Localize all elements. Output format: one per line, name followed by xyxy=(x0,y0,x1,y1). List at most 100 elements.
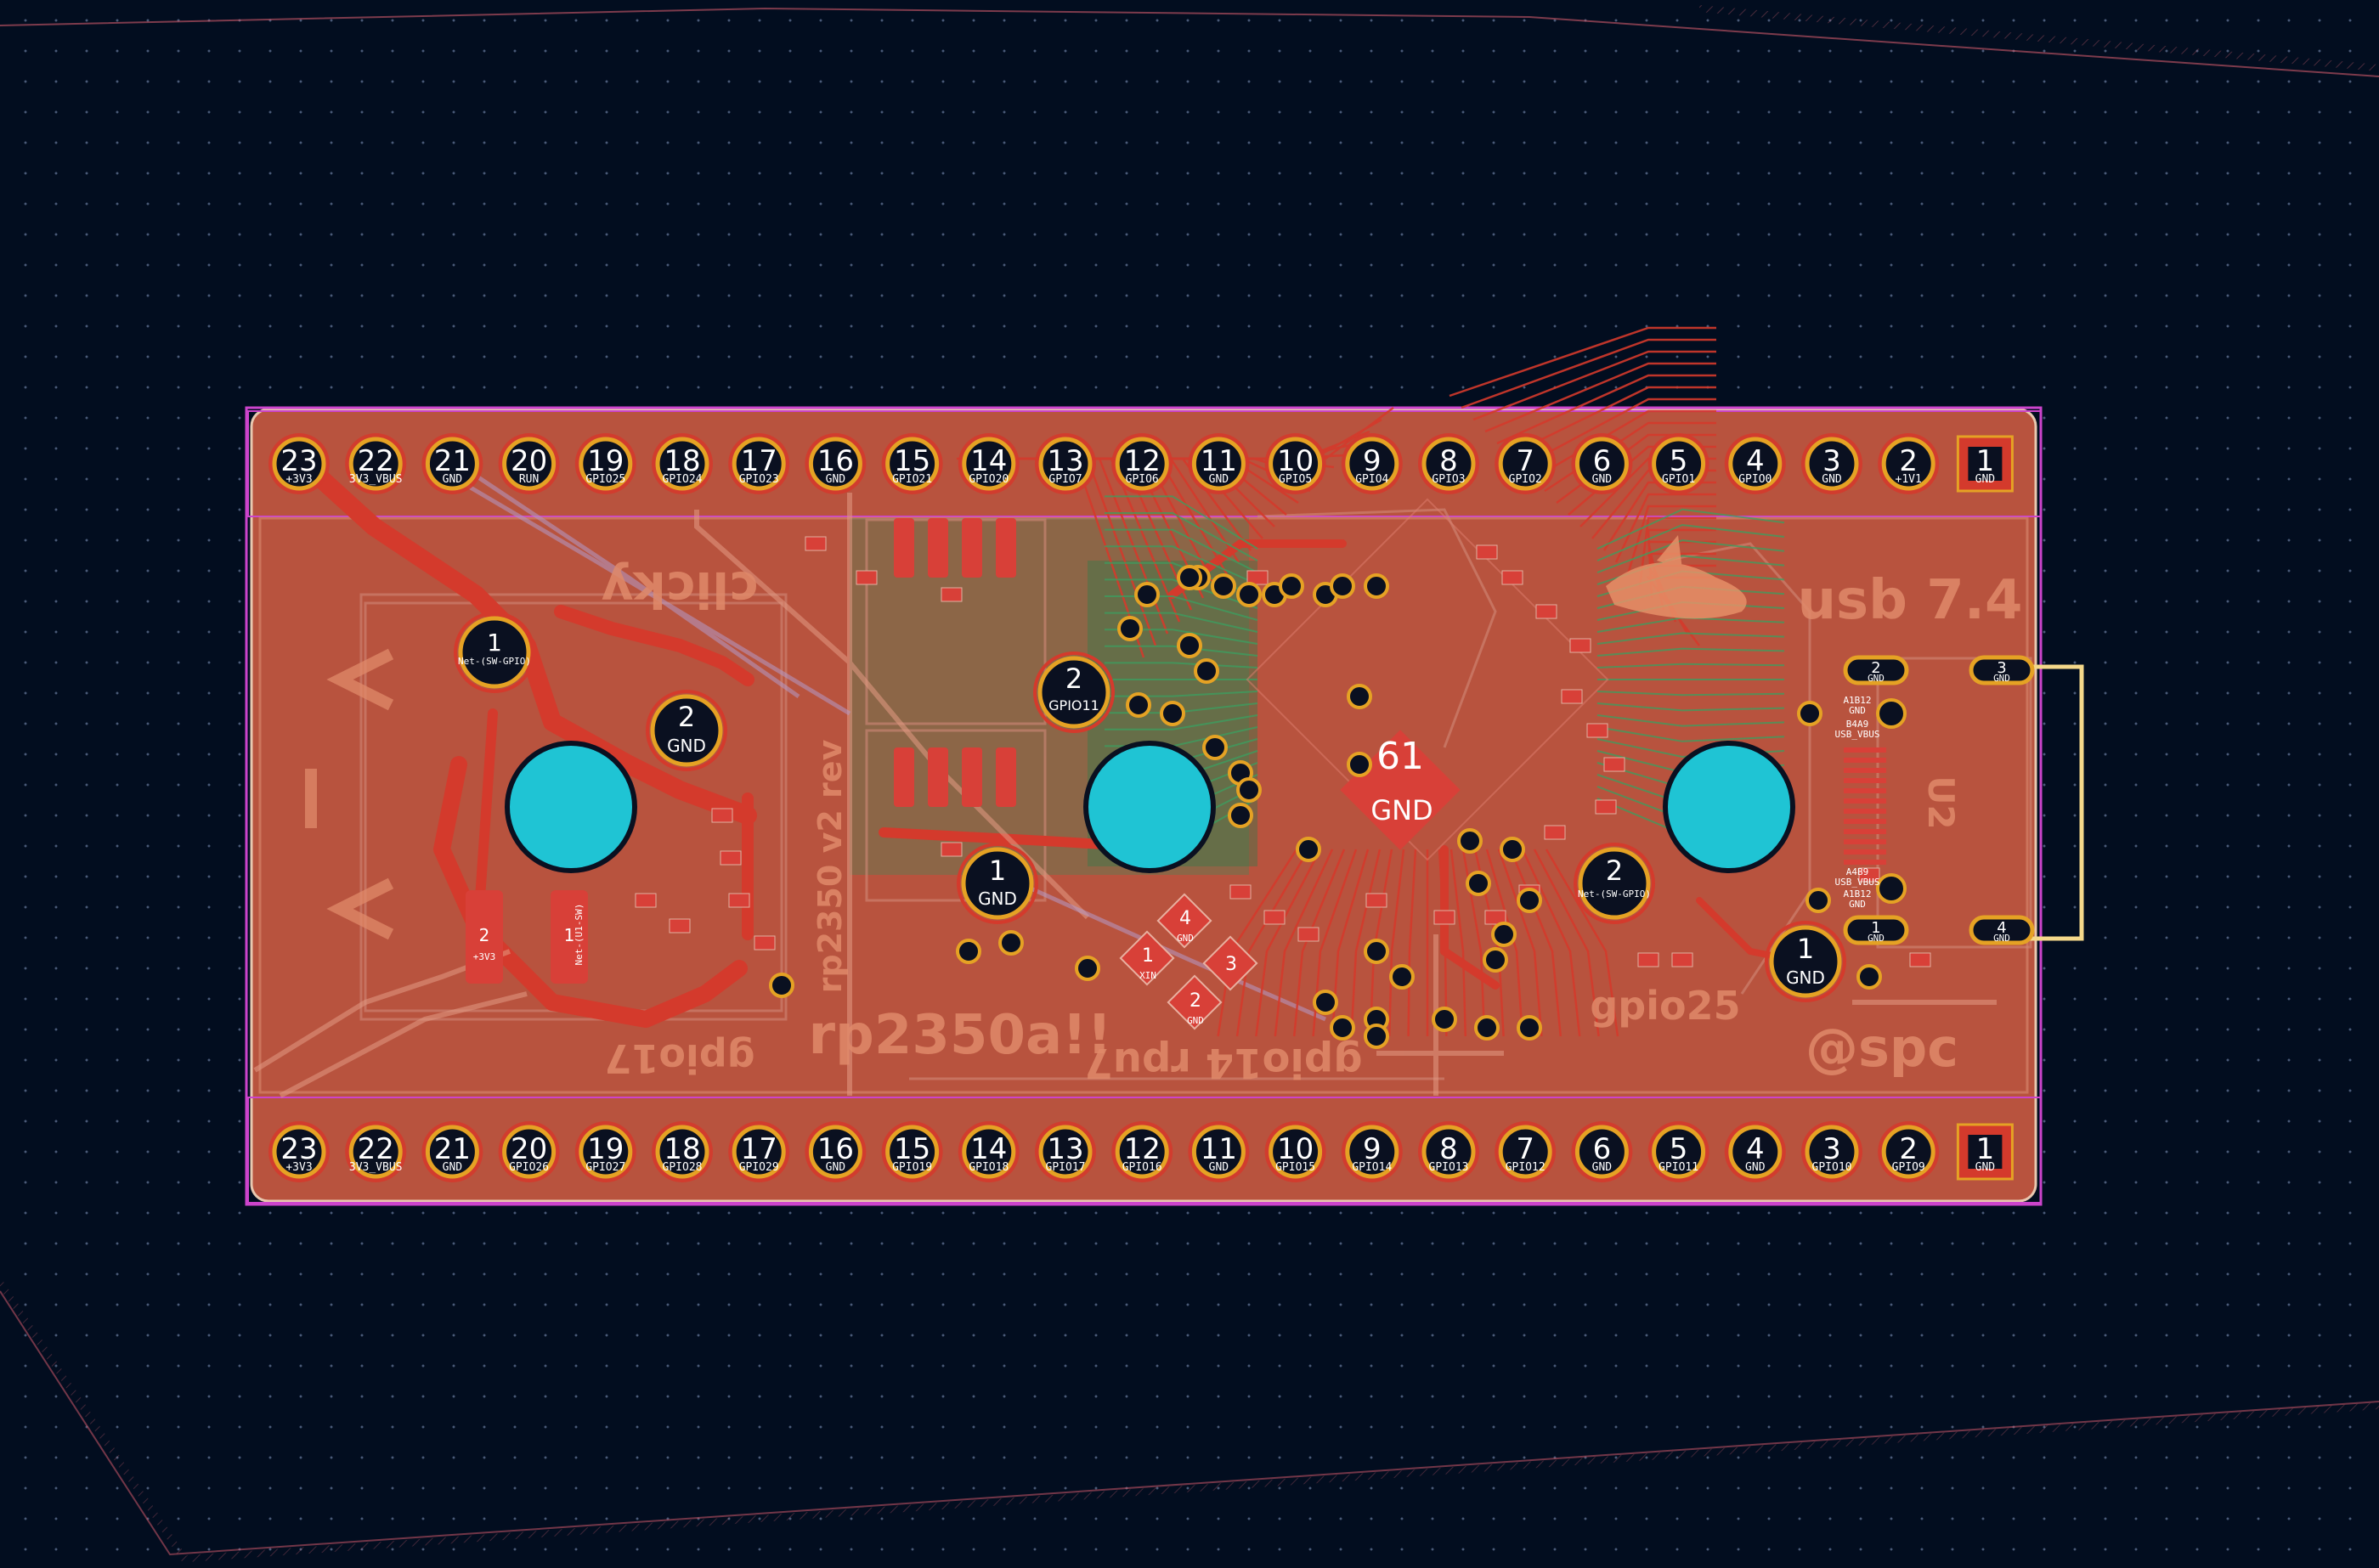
header-top-pin-21[interactable]: 21GND xyxy=(421,433,483,494)
silk-u2: U2 xyxy=(1920,776,1962,829)
board[interactable]: clicky usb 7.4 rp2350a!! @spc gpio25 gpi… xyxy=(245,326,2084,1206)
switch-2-pad-2[interactable]: 2 GPIO11 xyxy=(1033,651,1115,733)
header-top[interactable]: 23+3V3223V3_VBUS21GND20RUN19GPIO25 18GPIO… xyxy=(268,433,2014,494)
header-top-pin-10[interactable]: 10GPIO5 xyxy=(1264,433,1326,494)
header-top-pin-22[interactable]: 223V3_VBUS xyxy=(345,433,407,494)
header-top-pin-4[interactable]: 4GPIO0 xyxy=(1724,433,1786,494)
header-top-pin-15[interactable]: 15GPIO21 xyxy=(881,433,943,494)
header-bottom-pin-21[interactable]: 21GND xyxy=(421,1121,483,1182)
header-top-pin-3[interactable]: 3GND xyxy=(1801,433,1862,494)
header-top-pin-14[interactable]: 14GPIO20 xyxy=(958,433,1020,494)
silk-rp2350: rp2350a!! xyxy=(808,1004,1111,1067)
header-bottom-pin-10[interactable]: 10GPIO15 xyxy=(1264,1121,1326,1182)
header-top-pin-18[interactable]: 18GPIO24 xyxy=(652,433,713,494)
header-bottom-pin-net: GPIO27 xyxy=(585,1161,625,1174)
header-top-pin-17[interactable]: 17GPIO23 xyxy=(728,433,790,494)
sw1-1-num: 1 xyxy=(487,629,502,657)
header-bottom-pin-9[interactable]: 9GPIO14 xyxy=(1341,1121,1403,1182)
header-top-pin-6[interactable]: 6GND xyxy=(1571,433,1633,494)
header-top-pin-net: GPIO4 xyxy=(1355,473,1388,486)
header-top-pin-net: GPIO23 xyxy=(739,473,779,486)
switch-3-pad-1[interactable]: 1 GND xyxy=(1765,921,1846,1002)
header-top-pin-1[interactable]: 1GND xyxy=(1956,435,2014,493)
header-bottom-pin-6[interactable]: 6GND xyxy=(1571,1121,1633,1182)
header-bottom-pin-net: GPIO10 xyxy=(1812,1161,1852,1174)
header-top-pin-net: 3V3_VBUS xyxy=(349,473,403,486)
usb-pad-1[interactable]: 1 GND xyxy=(1843,915,1909,945)
header-bottom-pin-net: +3V3 xyxy=(285,1161,312,1174)
header-bottom-pin-net: GPIO18 xyxy=(969,1161,1009,1174)
header-top-pin-net: GND xyxy=(1592,473,1613,486)
header-top-pin-2[interactable]: 2+1V1 xyxy=(1878,433,1940,494)
header-bottom-pin-23[interactable]: 23+3V3 xyxy=(268,1121,330,1182)
header-bottom-pin-11[interactable]: 11GND xyxy=(1188,1121,1250,1182)
header-top-pin-net: GPIO7 xyxy=(1048,473,1082,486)
mcu-ep-net: GND xyxy=(1370,794,1432,826)
header-top-pin-23[interactable]: 23+3V3 xyxy=(268,433,330,494)
header-bottom-pin-14[interactable]: 14GPIO18 xyxy=(958,1121,1020,1182)
header-bottom-pin-8[interactable]: 8GPIO13 xyxy=(1418,1121,1479,1182)
header-top-pin-11[interactable]: 11GND xyxy=(1188,433,1250,494)
header-bottom-pin-7[interactable]: 7GPIO12 xyxy=(1495,1121,1557,1182)
header-top-pin-12[interactable]: 12GPIO6 xyxy=(1111,433,1173,494)
silk-gpio25: gpio25 xyxy=(1590,983,1740,1029)
usb-label-6: USB_VBUS xyxy=(1835,877,1880,888)
header-bottom-pin-22[interactable]: 223V3_VBUS xyxy=(345,1121,407,1182)
switch-3-pad-2[interactable]: 2 Net-(SW-GPIO) xyxy=(1574,843,1655,924)
header-bottom-pin-5[interactable]: 5GPIO11 xyxy=(1647,1121,1709,1182)
pcb-canvas[interactable]: clicky usb 7.4 rp2350a!! @spc gpio25 gpi… xyxy=(0,0,2379,1568)
header-top-pin-13[interactable]: 13GPIO7 xyxy=(1035,433,1096,494)
usb-pad-3-net: GND xyxy=(1993,673,2010,684)
mounting-hole-right[interactable] xyxy=(1663,741,1795,873)
usb-npth-bottom xyxy=(1876,873,1907,904)
header-top-pin-net: GND xyxy=(443,473,463,486)
header-top-pin-16[interactable]: 16GND xyxy=(805,433,867,494)
header-bottom-pin-3[interactable]: 3GPIO10 xyxy=(1801,1121,1862,1182)
usb-pad-3[interactable]: 3 GND xyxy=(1969,655,2035,685)
header-bottom-pin-13[interactable]: 13GPIO17 xyxy=(1035,1121,1096,1182)
header-top-pin-net: GPIO25 xyxy=(585,473,625,486)
header-top-pin-20[interactable]: 20RUN xyxy=(498,433,560,494)
header-top-pin-9[interactable]: 9GPIO4 xyxy=(1341,433,1403,494)
sw3-1-net: GND xyxy=(1786,967,1825,988)
header-bottom-pin-4[interactable]: 4GND xyxy=(1724,1121,1786,1182)
mounting-hole-center[interactable] xyxy=(1083,741,1216,873)
header-top-pin-net: GPIO1 xyxy=(1662,473,1695,486)
header-bottom-pin-net: GPIO16 xyxy=(1122,1161,1162,1174)
header-bottom-pin-19[interactable]: 19GPIO27 xyxy=(574,1121,636,1182)
header-bottom-pin-net: GPIO19 xyxy=(892,1161,932,1174)
header-top-pin-19[interactable]: 19GPIO25 xyxy=(574,433,636,494)
header-bottom-pin-20[interactable]: 20GPIO26 xyxy=(498,1121,560,1182)
header-bottom-pin-16[interactable]: 16GND xyxy=(805,1121,867,1182)
header-bottom-pin-18[interactable]: 18GPIO28 xyxy=(652,1121,713,1182)
header-top-pin-7[interactable]: 7GPIO2 xyxy=(1495,433,1557,494)
usb-label-8: GND xyxy=(1849,899,1866,910)
silk-gpio17: gpio17 xyxy=(604,1035,754,1081)
usb-pad-1-net: GND xyxy=(1868,933,1885,944)
header-top-pin-8[interactable]: 8GPIO3 xyxy=(1418,433,1479,494)
switch-1-pad-1[interactable]: 1 Net-(SW-GPIO) xyxy=(454,612,535,693)
switch-2-pad-1[interactable]: 1 GND xyxy=(957,843,1038,924)
header-bottom-pin-15[interactable]: 15GPIO19 xyxy=(881,1121,943,1182)
header-bottom-pin-net: GND xyxy=(1209,1161,1229,1174)
header-bottom-pin-net: GPIO15 xyxy=(1275,1161,1315,1174)
usb-pad-4[interactable]: 4 GND xyxy=(1969,915,2035,945)
pcb-view[interactable]: clicky usb 7.4 rp2350a!! @spc gpio25 gpi… xyxy=(0,0,2379,1568)
sw2-1-net: GND xyxy=(978,888,1017,909)
reg-2-num: 2 xyxy=(479,925,490,945)
header-top-pin-5[interactable]: 5GPIO1 xyxy=(1647,433,1709,494)
sw2-2-net: GPIO11 xyxy=(1048,697,1099,713)
silk-vertical-label: rp2350 v2 rev xyxy=(811,739,849,993)
header-bottom-pin-2[interactable]: 2GPIO9 xyxy=(1878,1121,1940,1182)
switch-1-pad-2[interactable]: 2 GND xyxy=(646,690,727,771)
mounting-hole-left[interactable] xyxy=(505,741,637,873)
header-bottom-pin-17[interactable]: 17GPIO29 xyxy=(728,1121,790,1182)
xtal-1-num: 1 xyxy=(1142,945,1154,967)
header-bottom-pin-1[interactable]: 1GND xyxy=(1956,1123,2014,1181)
xtal-3-num: 3 xyxy=(1225,954,1237,975)
header-bottom[interactable]: 23+3V3223V3_VBUS21GND20GPIO2619GPIO27 18G… xyxy=(268,1121,2014,1182)
header-bottom-pin-12[interactable]: 12GPIO16 xyxy=(1111,1121,1173,1182)
header-top-pin-net: GND xyxy=(1209,473,1229,486)
usb-pad-2[interactable]: 2 GND xyxy=(1843,655,1909,685)
sw2-2-num: 2 xyxy=(1065,663,1082,695)
